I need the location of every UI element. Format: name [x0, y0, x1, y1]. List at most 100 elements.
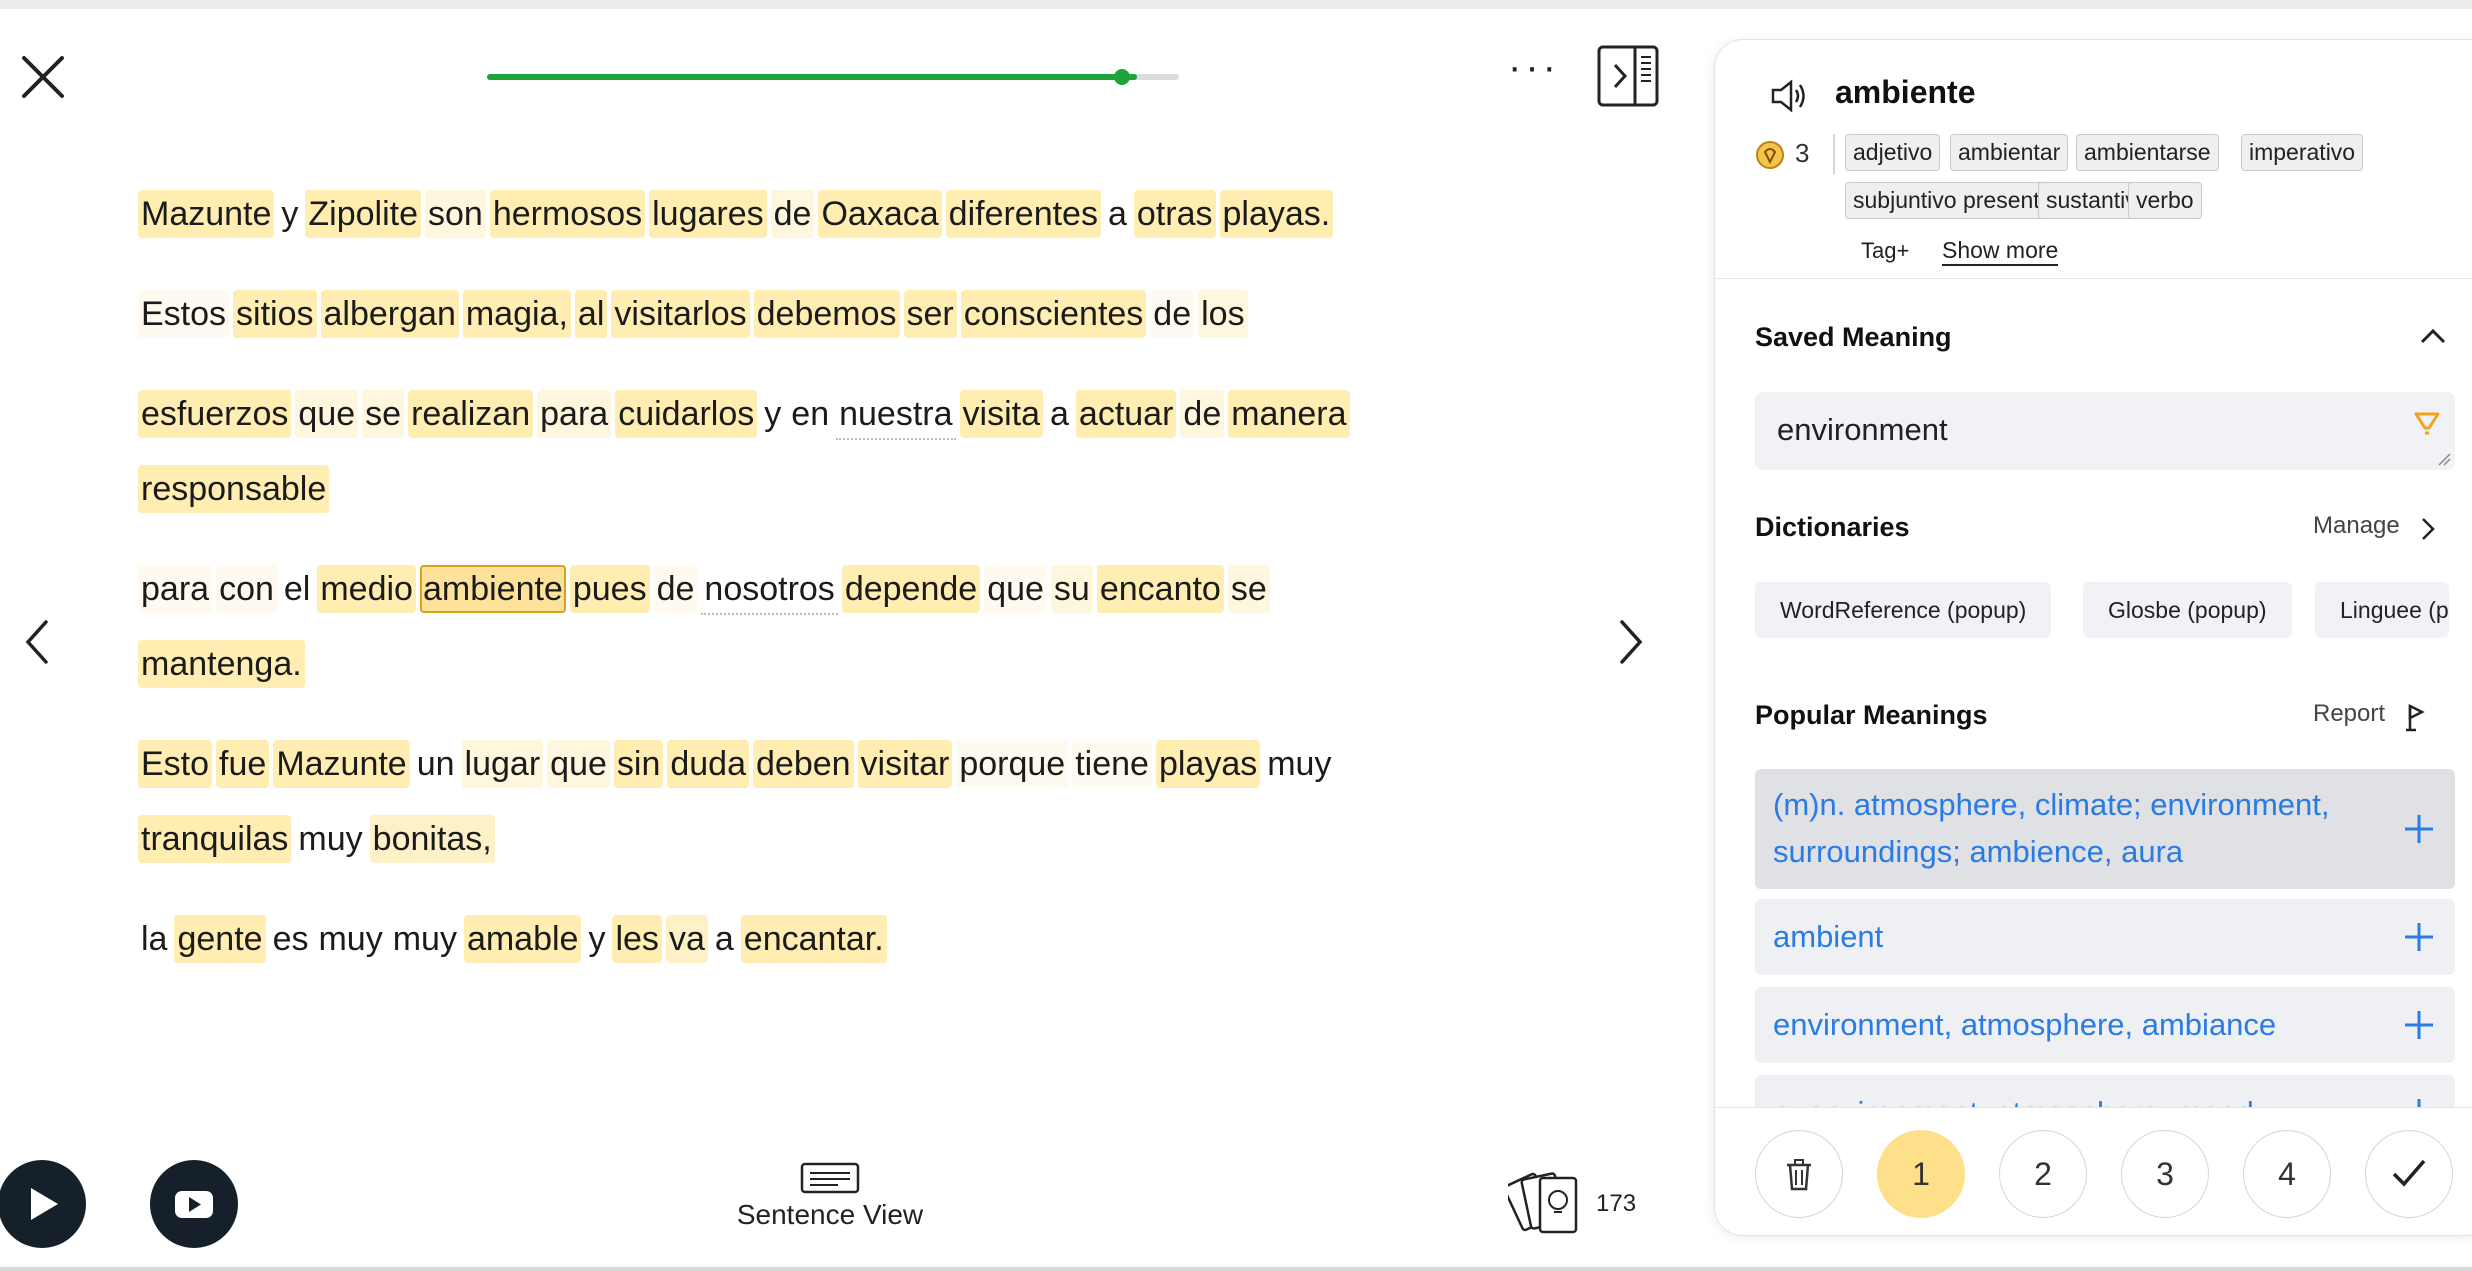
word[interactable]: visita: [959, 390, 1043, 438]
word[interactable]: duda: [667, 740, 749, 788]
word[interactable]: con: [216, 565, 277, 613]
word[interactable]: porque: [956, 740, 1069, 788]
word[interactable]: mantenga.: [138, 640, 305, 688]
pronounce-button[interactable]: [1769, 78, 1809, 114]
word[interactable]: lugar: [461, 740, 544, 788]
word[interactable]: encantar.: [740, 915, 887, 963]
dictionary-linguee[interactable]: Linguee (p: [2315, 582, 2449, 638]
word[interactable]: debemos: [753, 290, 900, 338]
word[interactable]: nuestra: [836, 390, 956, 440]
word[interactable]: playas.: [1219, 190, 1334, 238]
word[interactable]: visitar: [857, 740, 953, 788]
tag-chip[interactable]: adjetivo: [1845, 134, 1941, 171]
sentence-view-button[interactable]: Sentence View: [730, 1162, 930, 1242]
word[interactable]: de: [653, 565, 698, 613]
previous-page-button[interactable]: [18, 612, 58, 672]
word[interactable]: realizan: [408, 390, 534, 438]
word[interactable]: tiene: [1072, 740, 1152, 788]
tag-chip[interactable]: verbo: [2128, 182, 2202, 219]
word[interactable]: y: [278, 190, 301, 238]
collapse-saved-meaning-button[interactable]: [2418, 324, 2448, 348]
level-3-button[interactable]: 3: [2121, 1130, 2209, 1218]
word[interactable]: va: [665, 915, 708, 963]
word[interactable]: para: [537, 390, 612, 438]
word[interactable]: sitios: [233, 290, 317, 338]
popular-meaning-item[interactable]: (m)n. atmosphere, climate; environment, …: [1755, 769, 2455, 889]
word[interactable]: manera: [1228, 390, 1350, 438]
word[interactable]: de: [1180, 390, 1225, 438]
delete-button[interactable]: [1755, 1130, 1843, 1218]
word[interactable]: visitarlos: [611, 290, 750, 338]
level-4-button[interactable]: 4: [2243, 1130, 2331, 1218]
tag-chip[interactable]: ambientar: [1950, 134, 2069, 171]
word[interactable]: ser: [903, 290, 957, 338]
word[interactable]: tranquilas: [138, 815, 292, 863]
word[interactable]: albergan: [320, 290, 459, 338]
word[interactable]: la: [138, 915, 170, 963]
saved-meaning-input[interactable]: environment: [1755, 392, 2455, 470]
word[interactable]: a: [1105, 190, 1130, 238]
word[interactable]: un: [414, 740, 458, 788]
show-more-link[interactable]: Show more: [1942, 237, 2059, 266]
tag-chip[interactable]: ambientarse: [2076, 134, 2219, 171]
level-1-button[interactable]: 1: [1877, 1130, 1965, 1218]
dictionary-glosbe[interactable]: Glosbe (popup): [2083, 582, 2292, 638]
tag-chip[interactable]: imperativo: [2241, 134, 2364, 171]
word[interactable]: muy: [390, 915, 460, 963]
word[interactable]: en: [788, 390, 832, 438]
word[interactable]: les: [612, 915, 662, 963]
play-audio-button[interactable]: [0, 1160, 86, 1248]
word[interactable]: y: [761, 390, 784, 438]
selected-word[interactable]: ambiente: [419, 565, 566, 613]
word[interactable]: para: [138, 565, 213, 613]
word[interactable]: diferentes: [945, 190, 1101, 238]
plus-icon[interactable]: [2403, 1009, 2435, 1041]
plus-icon[interactable]: [2403, 921, 2435, 953]
manage-dictionaries-button[interactable]: Manage: [2313, 512, 2436, 542]
known-button[interactable]: [2365, 1130, 2453, 1218]
word[interactable]: Esto: [138, 740, 213, 788]
word[interactable]: esfuerzos: [138, 390, 292, 438]
word[interactable]: depende: [841, 565, 981, 613]
popular-meaning-item[interactable]: environment, atmosphere, ambiance: [1755, 987, 2455, 1063]
report-button[interactable]: Report: [2313, 700, 2426, 732]
word[interactable]: playas: [1155, 740, 1261, 788]
word[interactable]: muy: [295, 815, 365, 863]
word[interactable]: responsable: [138, 465, 330, 513]
word[interactable]: se: [1227, 565, 1270, 613]
word[interactable]: bonitas,: [369, 815, 495, 863]
word[interactable]: lugares: [649, 190, 767, 238]
word[interactable]: muy: [315, 915, 385, 963]
word[interactable]: Oaxaca: [818, 190, 942, 238]
word[interactable]: es: [270, 915, 312, 963]
more-options-button[interactable]: ···: [1502, 47, 1566, 96]
progress-handle[interactable]: [1113, 69, 1130, 85]
popular-meaning-item[interactable]: ambient: [1755, 899, 2455, 975]
word[interactable]: a: [1047, 390, 1072, 438]
word[interactable]: magia,: [462, 290, 571, 338]
word[interactable]: amable: [463, 915, 582, 963]
add-tag-button[interactable]: Tag+: [1861, 238, 1909, 264]
next-page-button[interactable]: [1610, 612, 1650, 672]
word[interactable]: el: [281, 565, 313, 613]
tag-chip[interactable]: subjuntivo presente: [1845, 182, 2061, 219]
word[interactable]: los: [1198, 290, 1248, 338]
word[interactable]: que: [295, 390, 359, 438]
word[interactable]: Mazunte: [138, 190, 275, 238]
word[interactable]: cuidarlos: [615, 390, 758, 438]
word[interactable]: de: [770, 190, 815, 238]
word[interactable]: Estos: [138, 290, 230, 338]
resize-handle-icon[interactable]: [2437, 452, 2451, 466]
word[interactable]: que: [547, 740, 610, 788]
word[interactable]: gente: [174, 915, 266, 963]
word[interactable]: a: [712, 915, 737, 963]
word[interactable]: hermosos: [489, 190, 646, 238]
word[interactable]: conscientes: [960, 290, 1147, 338]
word[interactable]: medio: [317, 565, 416, 613]
word[interactable]: nosotros: [701, 565, 838, 615]
word[interactable]: Mazunte: [273, 740, 410, 788]
word[interactable]: Zipolite: [305, 190, 422, 238]
word[interactable]: encanto: [1096, 565, 1224, 613]
word[interactable]: al: [574, 290, 608, 338]
close-button[interactable]: [18, 52, 68, 102]
